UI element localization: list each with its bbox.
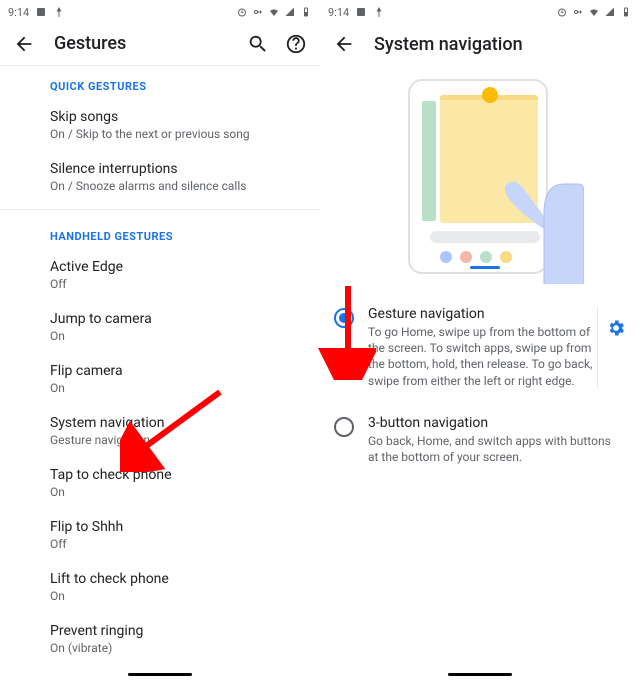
- app-bar: System navigation: [320, 22, 640, 66]
- notif-icon: [35, 6, 47, 18]
- radio-selected-icon[interactable]: [334, 308, 354, 328]
- status-time: 9:14: [328, 6, 349, 19]
- system-navigation-screen: 9:14 System navigation: [320, 0, 640, 680]
- search-button[interactable]: [246, 32, 270, 56]
- battery-icon: [300, 6, 312, 18]
- signal-icon: [604, 6, 616, 18]
- notif-icon: [355, 6, 367, 18]
- item-tap-check[interactable]: Tap to check phone On: [0, 457, 320, 509]
- page-title: Gestures: [54, 33, 246, 54]
- key-icon: [572, 6, 584, 18]
- section-quick: QUICK GESTURES: [0, 66, 320, 99]
- item-flip-camera[interactable]: Flip camera On: [0, 353, 320, 405]
- settings-gear-button[interactable]: [606, 318, 626, 342]
- item-skip-songs[interactable]: Skip songs On / Skip to the next or prev…: [0, 99, 320, 151]
- page-title: System navigation: [374, 34, 628, 55]
- wifi-icon: [588, 6, 600, 18]
- item-system-navigation[interactable]: System navigation Gesture navigation: [0, 405, 320, 457]
- item-prevent-ringing[interactable]: Prevent ringing On (vibrate): [0, 613, 320, 665]
- status-bar: 9:14: [320, 0, 640, 22]
- back-button[interactable]: [332, 32, 356, 56]
- signal-icon: [284, 6, 296, 18]
- help-button[interactable]: [284, 32, 308, 56]
- wifi-icon: [268, 6, 280, 18]
- item-lift-check[interactable]: Lift to check phone On: [0, 561, 320, 613]
- app-bar: Gestures: [0, 22, 320, 66]
- illustration: [320, 66, 640, 292]
- nav-bar-handle[interactable]: [448, 673, 512, 676]
- section-handheld: HANDHELD GESTURES: [0, 216, 320, 249]
- divider: [0, 209, 320, 210]
- notif-icon-2: [373, 6, 385, 18]
- radio-unselected-icon[interactable]: [334, 417, 354, 437]
- status-time: 9:14: [8, 6, 29, 19]
- settings-list[interactable]: QUICK GESTURES Skip songs On / Skip to t…: [0, 66, 320, 665]
- alarm-icon: [236, 6, 248, 18]
- item-jump-camera[interactable]: Jump to camera On: [0, 301, 320, 353]
- alarm-icon: [556, 6, 568, 18]
- key-icon: [252, 6, 264, 18]
- option-gesture-navigation[interactable]: Gesture navigation To go Home, swipe up …: [334, 298, 626, 407]
- item-silence[interactable]: Silence interruptions On / Snooze alarms…: [0, 151, 320, 203]
- item-active-edge[interactable]: Active Edge Off: [0, 249, 320, 301]
- hand-illustration: [484, 154, 584, 284]
- option-3-button-navigation[interactable]: 3-button navigation Go back, Home, and s…: [334, 407, 626, 483]
- notif-icon-2: [53, 6, 65, 18]
- back-button[interactable]: [12, 32, 36, 56]
- item-flip-shhh[interactable]: Flip to Shhh Off: [0, 509, 320, 561]
- status-bar: 9:14: [0, 0, 320, 22]
- gestures-screen: 9:14 Gestures QUICK GESTURES: [0, 0, 320, 680]
- nav-bar-handle[interactable]: [128, 673, 192, 676]
- battery-icon: [620, 6, 632, 18]
